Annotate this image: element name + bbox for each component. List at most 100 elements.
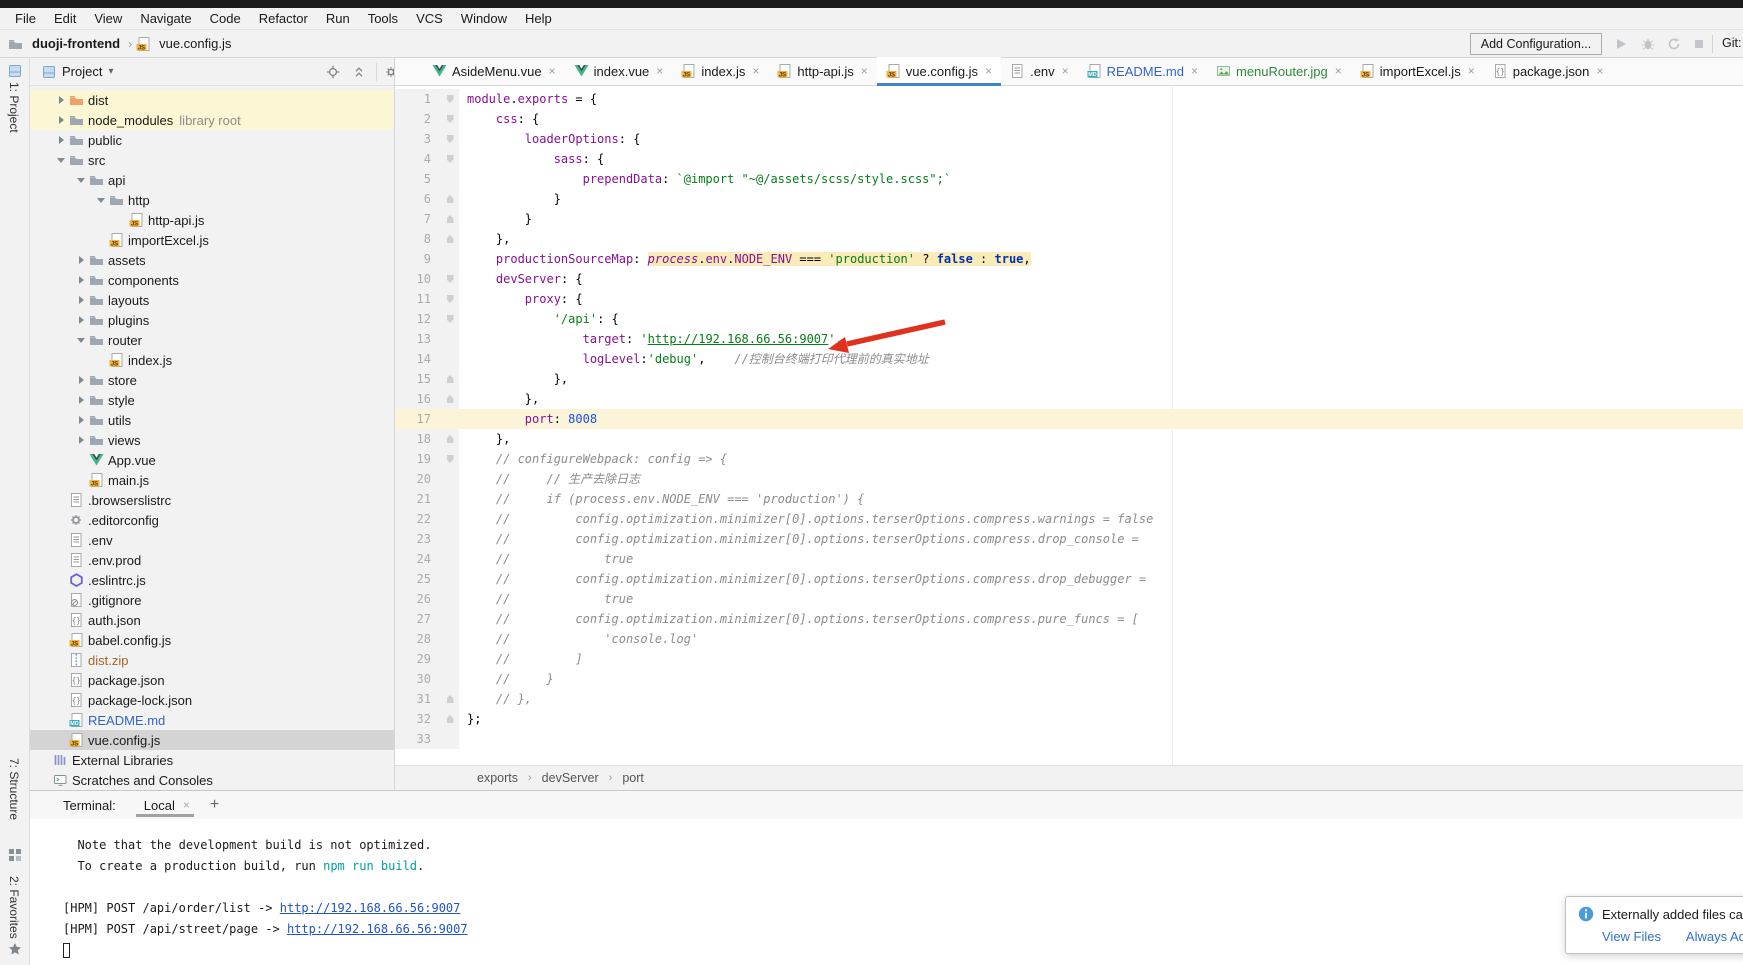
chevron-right-icon[interactable] xyxy=(73,293,89,307)
tree-item-package-lock.json[interactable]: {}package-lock.json xyxy=(30,690,395,710)
terminal-output[interactable]: Note that the development build is not o… xyxy=(30,819,1743,961)
menu-edit[interactable]: Edit xyxy=(45,8,85,29)
tree-item-views[interactable]: views xyxy=(30,430,395,450)
tree-item-components[interactable]: components xyxy=(30,270,395,290)
close-icon[interactable]: × xyxy=(549,65,556,77)
tree-item-dist[interactable]: dist xyxy=(30,90,395,110)
tree-item-.gitignore[interactable]: .gitignore xyxy=(30,590,395,610)
tree-item-.browserslistrc[interactable]: .browserslistrc xyxy=(30,490,395,510)
code-line-9[interactable]: 9 productionSourceMap: process.env.NODE_… xyxy=(395,249,1743,269)
menu-navigate[interactable]: Navigate xyxy=(131,8,200,29)
close-icon[interactable]: × xyxy=(1335,65,1342,77)
code-line-16[interactable]: 16 }, xyxy=(395,389,1743,409)
editor-tab-vue.config.js[interactable]: JSvue.config.js× xyxy=(877,57,1001,85)
code-line-32[interactable]: 32}; xyxy=(395,709,1743,729)
chevron-right-icon[interactable] xyxy=(73,373,89,387)
fold-marker-icon[interactable] xyxy=(441,389,459,409)
chevron-right-icon[interactable] xyxy=(53,93,69,107)
close-icon[interactable]: × xyxy=(985,65,992,77)
chevron-down-icon[interactable] xyxy=(73,333,89,347)
editor-tab-menuRouter.jpg[interactable]: menuRouter.jpg× xyxy=(1207,57,1351,85)
editor-breadcrumb-port[interactable]: port xyxy=(622,771,644,785)
code-line-30[interactable]: 30 // } xyxy=(395,669,1743,689)
tree-item-.env.prod[interactable]: .env.prod xyxy=(30,550,395,570)
code-line-28[interactable]: 28 // 'console.log' xyxy=(395,629,1743,649)
tree-item-public[interactable]: public xyxy=(30,130,395,150)
locate-file-icon[interactable] xyxy=(326,65,340,79)
tree-item-http[interactable]: http xyxy=(30,190,395,210)
code-line-12[interactable]: 12 '/api': { xyxy=(395,309,1743,329)
close-icon[interactable]: × xyxy=(1468,65,1475,77)
code-line-22[interactable]: 22 // config.optimization.minimizer[0].o… xyxy=(395,509,1743,529)
code-line-3[interactable]: 3 loaderOptions: { xyxy=(395,129,1743,149)
menu-file[interactable]: File xyxy=(6,8,45,29)
tree-item-main.js[interactable]: JSmain.js xyxy=(30,470,395,490)
tree-item-layouts[interactable]: layouts xyxy=(30,290,395,310)
tree-item-assets[interactable]: assets xyxy=(30,250,395,270)
close-icon[interactable]: × xyxy=(183,798,190,812)
stripe-project-button[interactable]: 1: Project xyxy=(7,82,21,133)
code-line-1[interactable]: 1module.exports = { xyxy=(395,89,1743,109)
tree-item-App.vue[interactable]: App.vue xyxy=(30,450,395,470)
code-line-29[interactable]: 29 // ] xyxy=(395,649,1743,669)
editor-tab-.env[interactable]: .env× xyxy=(1001,57,1078,85)
fold-marker-icon[interactable] xyxy=(441,709,459,729)
chevron-right-icon[interactable] xyxy=(73,253,89,267)
fold-marker-icon[interactable] xyxy=(441,109,459,129)
editor-tab-index.vue[interactable]: index.vue× xyxy=(565,57,673,85)
fold-marker-icon[interactable] xyxy=(441,309,459,329)
fold-marker-icon[interactable] xyxy=(441,689,459,709)
code-line-15[interactable]: 15 }, xyxy=(395,369,1743,389)
menu-help[interactable]: Help xyxy=(516,8,561,29)
chevron-down-icon[interactable] xyxy=(73,173,89,187)
debug-icon[interactable] xyxy=(1641,37,1655,51)
code-line-4[interactable]: 4 sass: { xyxy=(395,149,1743,169)
close-icon[interactable]: × xyxy=(752,65,759,77)
code-line-6[interactable]: 6 } xyxy=(395,189,1743,209)
terminal-prompt-line[interactable] xyxy=(63,940,1743,961)
chevron-down-icon[interactable]: ▾ xyxy=(108,66,113,77)
close-icon[interactable]: × xyxy=(1191,65,1198,77)
code-line-26[interactable]: 26 // true xyxy=(395,589,1743,609)
chevron-right-icon[interactable] xyxy=(73,273,89,287)
favorites-star-icon[interactable] xyxy=(8,942,22,956)
fold-marker-icon[interactable] xyxy=(441,449,459,469)
code-line-18[interactable]: 18 }, xyxy=(395,429,1743,449)
code-line-31[interactable]: 31 // }, xyxy=(395,689,1743,709)
editor-tab-AsideMenu.vue[interactable]: AsideMenu.vue× xyxy=(423,57,565,85)
code-line-33[interactable]: 33 xyxy=(395,729,1743,749)
chevron-right-icon[interactable] xyxy=(73,393,89,407)
tree-item-dist.zip[interactable]: dist.zip xyxy=(30,650,395,670)
stripe-structure-button[interactable]: 7: Structure xyxy=(7,758,21,820)
fold-marker-icon[interactable] xyxy=(441,229,459,249)
collapse-all-icon[interactable] xyxy=(352,65,366,79)
breadcrumb-project[interactable]: duoji-frontend xyxy=(32,36,120,51)
tree-item-plugins[interactable]: plugins xyxy=(30,310,395,330)
editor-tab-importExcel.js[interactable]: JSimportExcel.js× xyxy=(1351,57,1484,85)
breadcrumb-file[interactable]: vue.config.js xyxy=(159,36,231,51)
always-add-link[interactable]: Always Add xyxy=(1686,929,1743,944)
code-line-27[interactable]: 27 // config.optimization.minimizer[0].o… xyxy=(395,609,1743,629)
fold-marker-icon[interactable] xyxy=(441,289,459,309)
stop-icon[interactable] xyxy=(1692,37,1706,51)
code-editor[interactable]: 1module.exports = {2 css: {3 loaderOptio… xyxy=(395,87,1743,794)
menu-refactor[interactable]: Refactor xyxy=(250,8,317,29)
tree-item-Scratches and Consoles[interactable]: Scratches and Consoles xyxy=(30,770,395,790)
editor-tab-http-api.js[interactable]: JShttp-api.js× xyxy=(768,57,876,85)
tree-item-src[interactable]: src xyxy=(30,150,395,170)
new-terminal-icon[interactable]: + xyxy=(210,796,219,814)
fold-marker-icon[interactable] xyxy=(441,129,459,149)
editor-breadcrumb-devServer[interactable]: devServer xyxy=(542,771,599,785)
code-line-17[interactable]: 17 port: 8008 xyxy=(395,409,1743,429)
tree-item-.eslintrc.js[interactable]: .eslintrc.js xyxy=(30,570,395,590)
fold-marker-icon[interactable] xyxy=(441,429,459,449)
code-line-8[interactable]: 8 }, xyxy=(395,229,1743,249)
project-tool-icon[interactable] xyxy=(8,64,22,78)
tree-item-api[interactable]: api xyxy=(30,170,395,190)
add-configuration-button[interactable]: Add Configuration... xyxy=(1470,33,1602,55)
tree-item-index.js[interactable]: JSindex.js xyxy=(30,350,395,370)
fold-marker-icon[interactable] xyxy=(441,209,459,229)
chevron-right-icon[interactable] xyxy=(73,433,89,447)
tree-item-.editorconfig[interactable]: .editorconfig xyxy=(30,510,395,530)
code-line-21[interactable]: 21 // if (process.env.NODE_ENV === 'prod… xyxy=(395,489,1743,509)
